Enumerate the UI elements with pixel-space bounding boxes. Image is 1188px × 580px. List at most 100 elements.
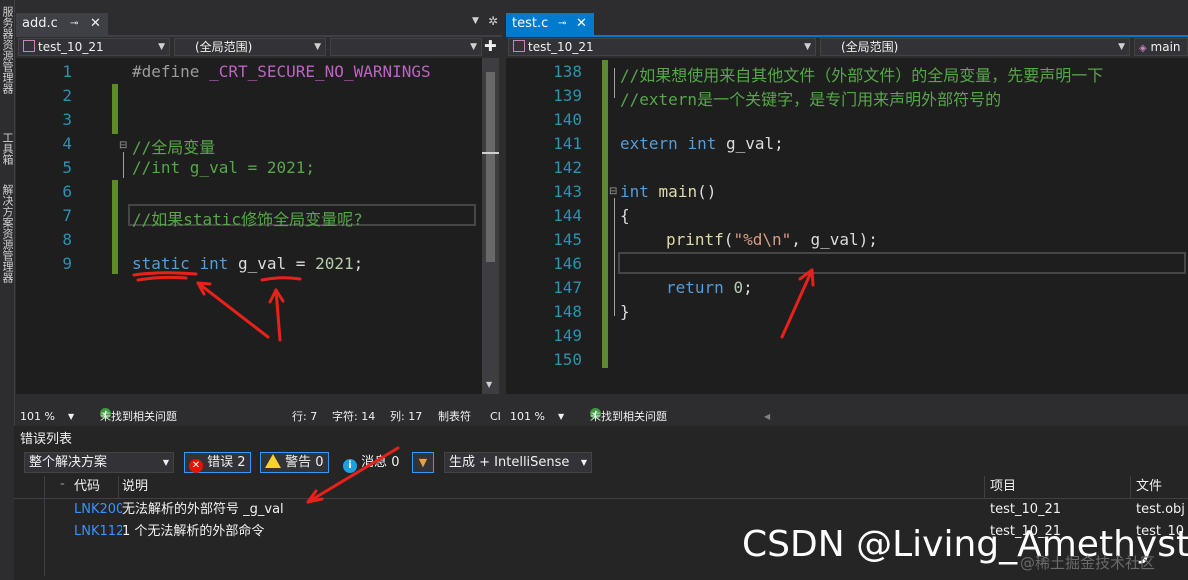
build-filter-dropdown[interactable]: 生成 + IntelliSense ▼ [444,452,592,473]
right-code-editor[interactable]: 138 139 140 141 142 143 144 145 146 147 … [506,58,1188,394]
pin-icon[interactable]: ⊸ [558,13,566,35]
side-tab-toolbox[interactable]: 工具箱 [0,132,14,165]
member-dropdown[interactable]: ▼ [330,38,482,56]
chevron-down-icon: ▼ [804,42,811,52]
error-description: 无法解析的外部符号 _g_val [122,502,284,517]
left-tab-bar: add.c ⊸ ✕ ▼ ✲ [16,12,502,36]
tab-test-c[interactable]: test.c ⊸ ✕ [506,13,594,35]
project-dropdown[interactable]: test_10_21 ▼ [18,38,170,56]
scope-dropdown[interactable]: (全局范围) ▼ [174,38,326,56]
filter-icon-button[interactable]: ▼ [412,452,434,473]
tab-label: test.c [512,16,549,31]
column-divider [984,476,985,498]
side-tab-solution-explorer[interactable]: 解决方案资源管理器 [0,184,14,283]
line-number: 147 [553,278,582,297]
tab-add-c[interactable]: add.c ⊸ ✕ [16,13,108,35]
code-line-139: //extern是一个关键字，是专门用来声明外部符号的 [620,90,1002,109]
project-dropdown-label: test_10_21 [38,40,104,54]
error-icon: ✕ [189,459,203,473]
project-dropdown-label: test_10_21 [528,40,594,54]
left-navigation-bar: test_10_21 ▼ (全局范围) ▼ ▼ ✚ [16,37,502,57]
line-number: 2 [62,86,72,105]
scroll-thumb[interactable] [486,72,495,262]
code-line-148: } [620,302,630,321]
table-row[interactable]: ✕ LNK2001 无法解析的外部符号 _g_val test_10_21 te… [14,499,1188,521]
change-marker [112,84,118,134]
warning-icon [265,454,281,468]
line-number: 146 [553,254,582,273]
pin-icon[interactable]: ⊸ [70,13,78,35]
line-number: 142 [553,158,582,177]
chevron-down-icon: ▼ [470,42,477,52]
error-project: test_10_21 [990,502,1062,517]
close-icon[interactable]: ✕ [90,13,101,35]
line-number: 144 [553,206,582,225]
chevron-down-icon: ▼ [580,458,587,467]
messages-filter-button[interactable]: i 消息 0 [338,452,405,473]
line-number: 141 [553,134,582,153]
side-tab-server-explorer[interactable]: 服务器资源管理器 [0,6,14,94]
health-text: 未找到相关问题 [100,410,177,423]
line-number: 148 [553,302,582,321]
project-dropdown[interactable]: test_10_21 ▼ [508,38,816,56]
column-header-project[interactable]: 项目 [990,476,1016,498]
eol-indicator[interactable]: CI [490,408,501,426]
chevron-down-icon: ▼ [158,42,165,52]
messages-filter-label: 消息 0 [361,455,400,470]
scroll-down-icon[interactable]: ▼ [486,380,492,389]
code-line-144: { [620,206,630,225]
zoom-level[interactable]: 101 % [20,408,55,426]
errors-filter-button[interactable]: ✕ 错误 2 [184,452,251,473]
right-status-bar: 101 % ▼ ✓ 未找到相关问题 ◀ [506,408,1188,426]
left-vertical-scrollbar[interactable]: ▼ [482,58,499,394]
right-tab-bar: test.c ⊸ ✕ [506,12,1188,36]
zoom-level[interactable]: 101 % [510,408,545,426]
error-code[interactable]: LNK1120 [74,521,122,543]
outline-line [614,68,615,98]
code-line-7: //如果static修饰全局变量呢? [132,210,363,229]
tab-overflow-icon[interactable]: ▼ [472,16,479,26]
collapse-icon[interactable]: ⊟ [609,186,617,197]
chevron-down-icon[interactable]: ▼ [558,408,564,426]
error-file: test.obj [1136,502,1185,517]
split-icon[interactable]: ✚ [484,37,497,55]
gear-icon[interactable]: ✲ [488,14,498,28]
collapse-icon[interactable]: ⊟ [119,140,127,151]
member-dropdown[interactable]: ◈ main [1134,38,1188,56]
column-divider [118,476,119,498]
left-code-editor[interactable]: 1 2 3 4 5 6 7 8 9 ⊟ #define _CRT_SECURE_… [16,58,482,394]
line-number: 1 [62,62,72,81]
column-header-description[interactable]: 说明 [122,476,148,498]
project-icon [513,40,525,52]
close-icon[interactable]: ✕ [576,13,587,35]
col-indicator: 列: 17 [390,410,423,423]
scope-filter-dropdown[interactable]: 整个解决方案 ▼ [24,452,174,473]
left-editor-pane: add.c ⊸ ✕ ▼ ✲ test_10_21 ▼ (全局范围) ▼ ▼ ✚ … [16,12,502,423]
line-number: 9 [62,254,72,273]
member-dropdown-label: main [1150,40,1181,54]
side-tool-tabs: 服务器资源管理器 工具箱 解决方案资源管理器 [0,0,15,428]
scroll-left-icon[interactable]: ◀ [764,408,770,426]
line-number: 5 [62,158,72,177]
line-number: 8 [62,230,72,249]
sort-icon[interactable]: ⁼ [60,476,65,498]
current-line-highlight [618,252,1186,274]
warnings-filter-button[interactable]: 警告 0 [260,452,329,473]
function-icon: ◈ [1139,43,1147,54]
column-header-code[interactable]: 代码 [74,476,100,498]
scope-dropdown[interactable]: (全局范围) ▼ [820,38,1130,56]
line-number: 7 [62,206,72,225]
warnings-filter-label: 警告 0 [285,455,324,470]
column-header-file[interactable]: 文件 [1136,476,1162,498]
line-number: 150 [553,350,582,369]
chevron-down-icon: ▼ [1118,42,1125,52]
build-filter-label: 生成 + IntelliSense [449,455,570,470]
error-list-title: 错误列表 [20,432,73,447]
error-code[interactable]: LNK2001 [74,499,122,521]
tab-label: add.c [22,16,58,31]
outline-line [614,198,615,316]
errors-filter-label: 错误 2 [207,455,246,470]
tabs-indicator[interactable]: 制表符 [438,408,471,426]
chevron-down-icon[interactable]: ▼ [68,408,74,426]
code-line-143: int main() [620,182,717,201]
